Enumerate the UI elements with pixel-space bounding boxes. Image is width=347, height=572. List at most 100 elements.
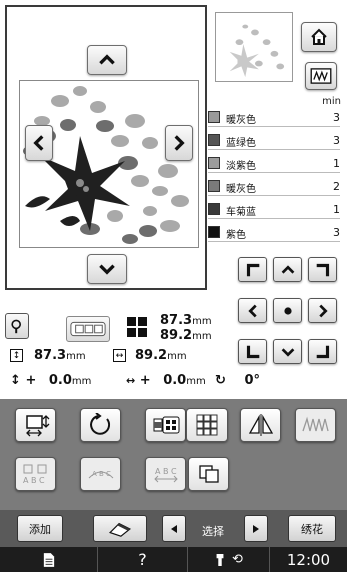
array-button[interactable] <box>186 408 228 442</box>
document-icon <box>43 552 54 567</box>
width-value: 89.2 <box>135 348 168 363</box>
select-label: 选择 <box>202 525 224 538</box>
height-icon: ↕ <box>10 349 23 362</box>
eraser-icon <box>109 522 131 537</box>
svg-text:A B C: A B C <box>155 467 177 476</box>
chevron-up-icon <box>99 54 115 65</box>
move-right-button[interactable] <box>165 125 193 161</box>
move-up-button[interactable] <box>87 45 127 75</box>
height-value: 87.3 <box>34 348 67 363</box>
rotate-button[interactable] <box>80 408 121 442</box>
machine-status[interactable]: ⟲ <box>188 547 270 572</box>
thread-swatch <box>208 157 220 169</box>
thread-name: 淡紫色 <box>226 161 256 172</box>
presser-foot-icon <box>216 553 224 566</box>
thread-name: 车菊蓝 <box>226 207 256 218</box>
unit-label: mm <box>66 351 86 362</box>
thread-swatch <box>208 180 220 192</box>
stitch-preview-button[interactable] <box>305 62 337 90</box>
select-next-button[interactable] <box>244 515 268 542</box>
move-up-left-button[interactable] <box>238 257 267 282</box>
resize-button[interactable] <box>15 408 56 442</box>
border-frame-icon <box>198 465 219 483</box>
chevron-up-icon <box>281 264 294 274</box>
density-stitch-icon <box>301 416 329 432</box>
clock: 12:00 <box>286 550 331 569</box>
move-left-button-pad[interactable] <box>238 298 267 323</box>
thumbnail-image <box>229 24 285 78</box>
move-down-right-button[interactable] <box>308 339 337 364</box>
design-size-height: 89.2mm <box>160 328 212 343</box>
array-grid-icon <box>196 414 218 436</box>
rotation-value: 0° <box>244 373 260 388</box>
thread-color-button[interactable] <box>145 408 186 442</box>
text-arc-button[interactable]: A B C <box>80 457 121 491</box>
sewing-pattern-icon <box>310 68 332 84</box>
add-button[interactable]: 添加 <box>17 515 63 542</box>
home-button[interactable] <box>301 22 337 52</box>
plus-label: + <box>139 373 151 388</box>
move-up-button-pad[interactable] <box>273 257 302 282</box>
center-button[interactable] <box>273 298 302 323</box>
text-array-button[interactable]: A B C <box>15 457 56 491</box>
thread-row[interactable]: 蓝绿色 3 <box>208 131 340 150</box>
thread-count: 3 <box>333 226 340 239</box>
thread-row[interactable]: 淡紫色 1 <box>208 154 340 173</box>
svg-text:A B C: A B C <box>92 470 111 478</box>
chevron-left-icon <box>247 304 257 317</box>
chevron-right-icon <box>318 304 328 317</box>
thread-row[interactable]: 紫色 3 <box>208 223 340 242</box>
unit-label: mm <box>192 331 212 342</box>
thread-color-icon <box>153 416 179 434</box>
zoom-button[interactable] <box>5 313 29 339</box>
view-scale-button[interactable] <box>66 316 110 342</box>
magnifier-icon <box>11 319 21 334</box>
rotate-icon <box>89 413 110 435</box>
design-size-width: 87.3mm <box>160 313 212 328</box>
chevron-down-icon <box>281 347 294 357</box>
thread-row[interactable]: 暖灰色 3 <box>208 108 340 127</box>
offset-x-value: 0.0 <box>163 373 187 388</box>
design-thumbnail <box>215 12 293 82</box>
exchange-icon: ⟲ <box>232 552 243 567</box>
thread-swatch <box>208 203 220 215</box>
chevron-left-icon <box>33 135 44 151</box>
text-spacing-button[interactable]: A B C <box>145 457 186 491</box>
embroider-button[interactable]: 绣花 <box>288 515 336 542</box>
unit-label: mm <box>192 316 212 327</box>
mirror-button[interactable] <box>240 408 281 442</box>
move-right-button-pad[interactable] <box>308 298 337 323</box>
size-height-value: 89.2 <box>160 328 193 343</box>
embroidery-design-preview[interactable] <box>19 80 199 248</box>
rotation-info: ↻ 0° <box>215 373 260 388</box>
move-down-left-button[interactable] <box>238 339 267 364</box>
thread-row[interactable]: 车菊蓝 1 <box>208 200 340 219</box>
horizontal-move-icon: ↔ <box>126 374 136 387</box>
center-dot-icon <box>283 306 292 315</box>
corner-down-right-icon <box>316 345 329 358</box>
move-down-button-pad[interactable] <box>273 339 302 364</box>
chevron-right-icon <box>174 135 185 151</box>
triangle-right-icon <box>253 524 259 533</box>
document-button[interactable] <box>0 547 98 572</box>
thread-name: 暖灰色 <box>226 115 256 126</box>
density-button[interactable] <box>295 408 336 442</box>
command-bar: 添加 选择 绣花 <box>0 510 347 547</box>
text-array-icon: A B C <box>23 464 46 485</box>
design-width-info: 89.2mm <box>135 348 187 363</box>
move-down-button[interactable] <box>87 254 127 284</box>
delete-button[interactable] <box>93 515 147 542</box>
thread-row[interactable]: 暖灰色 2 <box>208 177 340 196</box>
plus-label: + <box>25 373 37 388</box>
unit-label: mm <box>167 351 187 362</box>
border-button[interactable] <box>188 457 229 491</box>
text-arc-icon: A B C <box>88 470 113 479</box>
select-prev-button[interactable] <box>162 515 186 542</box>
move-up-right-button[interactable] <box>308 257 337 282</box>
help-button[interactable]: ? <box>98 547 188 572</box>
thread-count: 2 <box>333 180 340 193</box>
width-icon: ↔ <box>113 349 126 362</box>
move-left-button[interactable] <box>25 125 53 161</box>
embroidery-edit-area[interactable] <box>5 5 207 290</box>
flower-design-image <box>23 86 189 244</box>
